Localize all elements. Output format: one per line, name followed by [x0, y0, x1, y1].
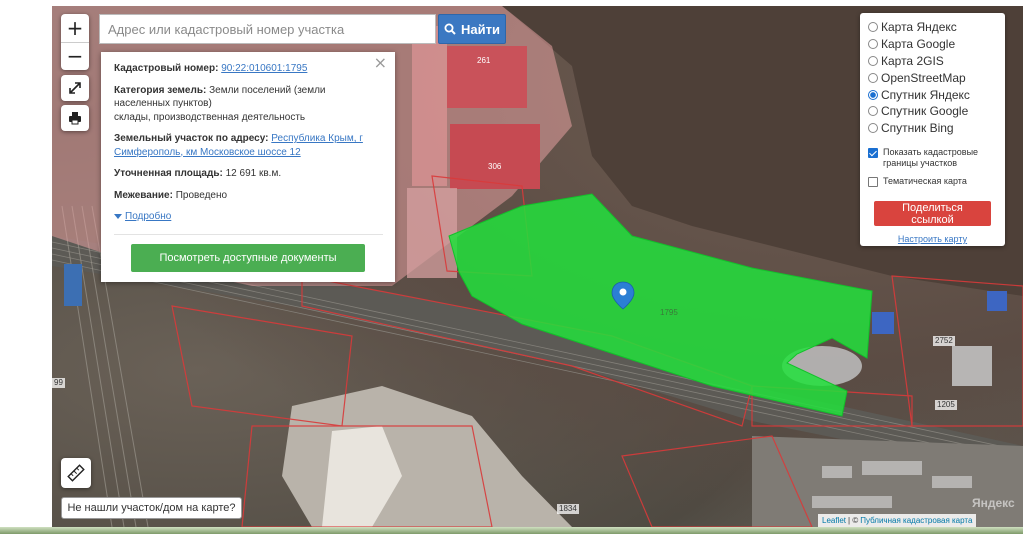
layer-label: Спутник Яндекс [881, 87, 970, 102]
survey-value: Проведено [175, 189, 228, 201]
share-link-button[interactable]: Поделиться ссылкой [874, 201, 991, 227]
layer-option-osm[interactable]: OpenStreetMap [868, 69, 997, 86]
checkbox-checked-icon [868, 147, 878, 158]
survey-label: Межевание: [114, 189, 173, 201]
thematic-map-checkbox[interactable]: Тематическая карта [868, 176, 997, 188]
map-attribution: Leaflet | © Публичная кадастровая карта [818, 514, 977, 527]
layer-option-google-satellite[interactable]: Спутник Google [868, 103, 997, 120]
address-label: Земельный участок по адресу: [114, 133, 269, 144]
radio-icon [868, 106, 878, 117]
address-row: Земельный участок по адресу: Республика … [114, 132, 383, 159]
layer-option-google-map[interactable]: Карта Google [868, 36, 997, 53]
zoom-control: + − [61, 14, 89, 70]
left-margin [0, 0, 52, 534]
parcel-number-label: 1795 [660, 308, 678, 317]
area-label: Уточненная площадь: [114, 168, 223, 179]
layers-panel: Карта Яндекс Карта Google Карта 2GIS Ope… [860, 13, 1005, 246]
zoom-out-button[interactable]: − [61, 42, 89, 69]
layer-label: Карта Яндекс [881, 20, 957, 35]
zoom-in-button[interactable]: + [61, 14, 89, 42]
search-button-label: Найти [461, 21, 500, 37]
layer-option-bing-satellite[interactable]: Спутник Bing [868, 120, 997, 137]
label-261: 261 [477, 56, 491, 65]
cadastral-label: Кадастровый номер: [114, 63, 219, 74]
lot-label-1205: 1205 [935, 400, 957, 410]
layer-option-yandex-satellite[interactable]: Спутник Яндекс [868, 86, 997, 103]
attribution-separator: | © [848, 516, 859, 525]
layer-label: Спутник Google [881, 104, 969, 119]
pkk-link[interactable]: Публичная кадастровая карта [860, 516, 972, 525]
details-toggle[interactable]: Подробно [114, 210, 171, 224]
area-row: Уточненная площадь: 12 691 кв.м. [114, 167, 383, 181]
measure-button[interactable] [61, 458, 91, 488]
close-icon[interactable]: × [374, 55, 387, 70]
radio-icon [868, 22, 878, 33]
land-category-label: Категория земель: [114, 84, 207, 96]
radio-icon [868, 55, 878, 66]
configure-map-link[interactable]: Настроить карту [868, 234, 997, 244]
parcel-info-panel: × Кадастровый номер: 90:22:010601:1795 К… [101, 52, 395, 282]
layer-label: OpenStreetMap [881, 70, 966, 85]
panel-divider [114, 234, 383, 235]
lot-label-2752: 2752 [933, 336, 955, 346]
area-value: 12 691 кв.м. [225, 168, 282, 179]
layer-label: Спутник Bing [881, 121, 954, 136]
label-306: 306 [488, 162, 502, 171]
layer-option-yandex-map[interactable]: Карта Яндекс [868, 19, 997, 36]
caret-down-icon [114, 213, 122, 219]
ruler-icon [67, 464, 85, 482]
lot-label-1834: 1834 [557, 504, 579, 514]
land-category-row: Категория земель: Земли поселений (земли… [114, 84, 383, 125]
search-input[interactable] [99, 14, 436, 44]
expand-icon [69, 82, 81, 94]
layer-option-2gis-map[interactable]: Карта 2GIS [868, 53, 997, 70]
lot-label-99: 99 [52, 378, 65, 388]
usage-value: склады, производственная деятельность [114, 111, 306, 123]
cadastral-number-link[interactable]: 90:22:010601:1795 [221, 63, 307, 74]
yandex-watermark: Яндекс [972, 496, 1015, 510]
search-icon [444, 23, 456, 35]
layer-label: Карта Google [881, 37, 956, 52]
fullscreen-button[interactable] [61, 75, 89, 101]
printer-icon [69, 112, 81, 125]
view-documents-button[interactable]: Посмотреть доступные документы [131, 244, 365, 272]
search-button[interactable]: Найти [438, 14, 506, 44]
layer-label: Карта 2GIS [881, 53, 944, 68]
radio-selected-icon [868, 89, 878, 100]
details-label: Подробно [125, 211, 172, 222]
leaflet-link[interactable]: Leaflet [822, 516, 846, 525]
station-roof [64, 264, 82, 306]
survey-row: Межевание: Проведено [114, 189, 383, 203]
print-button[interactable] [61, 105, 89, 131]
show-cadastral-checkbox[interactable]: Показать кадастровые границы участков [868, 147, 997, 170]
cadastral-row: Кадастровый номер: 90:22:010601:1795 [114, 62, 383, 76]
thematic-map-label: Тематическая карта [883, 175, 967, 186]
radio-icon [868, 123, 878, 134]
checkbox-icon [868, 176, 878, 187]
not-found-button[interactable]: Не нашли участок/дом на карте? [61, 497, 242, 519]
taskbar-strip [0, 527, 1023, 534]
radio-icon [868, 39, 878, 50]
radio-icon [868, 72, 878, 83]
show-cadastral-label: Показать кадастровые границы участков [883, 146, 979, 169]
